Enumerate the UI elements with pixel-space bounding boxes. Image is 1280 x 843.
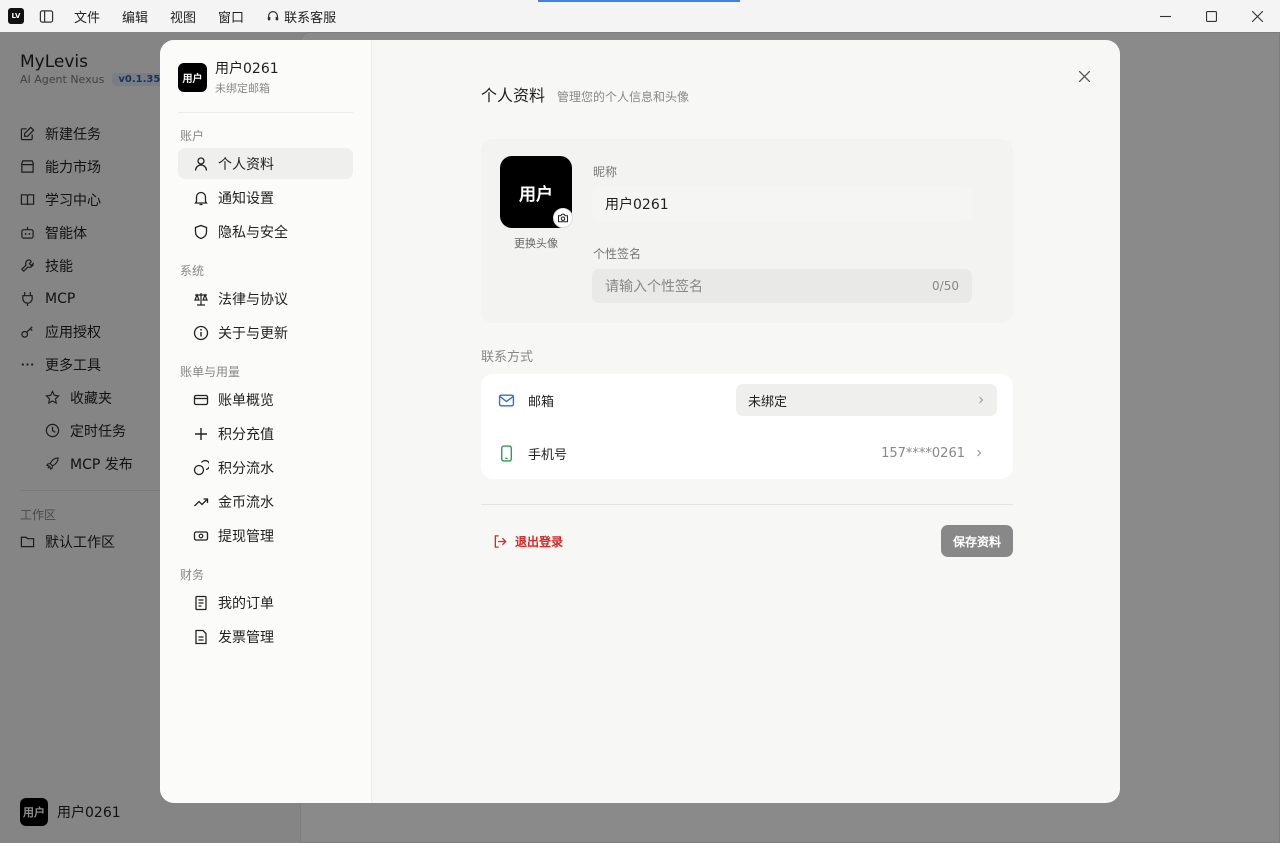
close-modal-button[interactable] bbox=[1076, 68, 1092, 84]
settings-item-label: 账单概览 bbox=[218, 392, 274, 409]
divider bbox=[178, 112, 353, 113]
avatar: 用户 bbox=[178, 62, 207, 92]
settings-item-invoices[interactable]: 发票管理 bbox=[178, 621, 353, 652]
menu-window[interactable]: 窗口 bbox=[212, 0, 250, 32]
title-bar: LV 文件 编辑 视图 窗口 联系客服 bbox=[0, 0, 1280, 32]
contact-section-label: 联系方式 bbox=[481, 350, 534, 365]
phone-label: 手机号 bbox=[528, 447, 568, 463]
divider bbox=[481, 504, 1013, 505]
section-account: 账户 bbox=[180, 128, 205, 143]
maximize-button[interactable] bbox=[1188, 0, 1234, 32]
settings-item-recharge[interactable]: 积分充值 bbox=[178, 418, 353, 449]
signature-placeholder: 请输入个性签名 bbox=[605, 279, 703, 295]
chevron-right-icon bbox=[979, 396, 984, 404]
signature-input[interactable]: 请输入个性签名 0/50 bbox=[592, 269, 972, 303]
signature-label: 个性签名 bbox=[593, 247, 642, 261]
scale-icon bbox=[194, 292, 208, 306]
section-system: 系统 bbox=[180, 263, 205, 278]
bell-icon bbox=[194, 191, 208, 205]
email-label: 邮箱 bbox=[528, 394, 555, 410]
settings-item-about[interactable]: 关于与更新 bbox=[178, 317, 353, 348]
minimize-icon bbox=[1159, 15, 1171, 17]
settings-item-profile[interactable]: 个人资料 bbox=[178, 148, 353, 179]
settings-item-withdrawal[interactable]: 提现管理 bbox=[178, 520, 353, 551]
menu-file[interactable]: 文件 bbox=[68, 0, 106, 32]
chevron-right-icon bbox=[977, 449, 982, 457]
nickname-input[interactable]: 用户0261 bbox=[592, 187, 972, 221]
settings-item-label: 个人资料 bbox=[218, 156, 274, 173]
support-menu[interactable]: 联系客服 bbox=[260, 0, 342, 32]
settings-item-label: 发票管理 bbox=[218, 629, 274, 646]
settings-sidebar: 用户 用户0261 未绑定邮箱 账户 个人资料 通知设置 隐私与安全 系统 法律… bbox=[160, 40, 372, 803]
settings-item-label: 提现管理 bbox=[218, 528, 274, 545]
trend-icon bbox=[194, 497, 209, 506]
minimize-button[interactable] bbox=[1142, 0, 1188, 32]
settings-modal: 用户 用户0261 未绑定邮箱 账户 个人资料 通知设置 隐私与安全 系统 法律… bbox=[160, 40, 1120, 803]
headset-icon bbox=[267, 11, 279, 21]
coins-icon bbox=[193, 459, 209, 475]
accent-line bbox=[538, 0, 740, 2]
profile-card: 用户 更换头像 昵称 用户0261 个性签名 请输入个性签名 0/50 bbox=[481, 139, 1013, 323]
settings-item-label: 积分流水 bbox=[218, 460, 274, 477]
maximize-icon bbox=[1205, 10, 1217, 22]
menu-view[interactable]: 视图 bbox=[164, 0, 202, 32]
contact-card: 邮箱 未绑定 手机号 157****0261 bbox=[481, 374, 1013, 479]
settings-item-notifications[interactable]: 通知设置 bbox=[178, 182, 353, 213]
close-icon bbox=[1078, 70, 1090, 82]
email-bind-button[interactable]: 未绑定 bbox=[736, 384, 997, 416]
settings-item-legal[interactable]: 法律与协议 bbox=[178, 283, 353, 314]
camera-icon[interactable] bbox=[553, 208, 573, 228]
menu-edit[interactable]: 编辑 bbox=[116, 0, 154, 32]
page-header: 个人资料 管理您的个人信息和头像 bbox=[481, 82, 689, 106]
email-row[interactable]: 邮箱 未绑定 bbox=[481, 374, 1013, 426]
card-icon bbox=[193, 394, 209, 405]
save-profile-button[interactable]: 保存资料 bbox=[941, 525, 1013, 557]
settings-item-label: 积分充值 bbox=[218, 426, 274, 443]
email-value: 未绑定 bbox=[748, 394, 788, 410]
settings-item-label: 我的订单 bbox=[218, 595, 274, 612]
settings-item-label: 通知设置 bbox=[218, 190, 274, 207]
settings-item-label: 金币流水 bbox=[218, 494, 274, 511]
settings-item-label: 关于与更新 bbox=[218, 325, 288, 342]
support-label: 联系客服 bbox=[284, 10, 337, 26]
modal-user-name: 用户0261 bbox=[215, 61, 279, 77]
close-icon bbox=[1251, 10, 1263, 22]
phone-value: 157****0261 bbox=[881, 445, 965, 461]
settings-item-privacy[interactable]: 隐私与安全 bbox=[178, 216, 353, 247]
change-avatar-link[interactable]: 更换头像 bbox=[500, 235, 572, 251]
logout-icon bbox=[494, 535, 507, 548]
invoice-icon bbox=[195, 629, 207, 644]
phone-icon bbox=[496, 443, 516, 463]
order-icon bbox=[195, 595, 207, 610]
shield-icon bbox=[194, 224, 208, 239]
cash-icon bbox=[193, 530, 209, 541]
sidebar-toggle-icon[interactable] bbox=[34, 4, 58, 28]
settings-item-label: 隐私与安全 bbox=[218, 224, 288, 241]
logout-label: 退出登录 bbox=[515, 535, 564, 549]
plus-icon bbox=[195, 427, 207, 440]
modal-user-email-status: 未绑定邮箱 bbox=[215, 82, 270, 95]
mail-icon bbox=[496, 390, 516, 410]
section-finance: 财务 bbox=[180, 567, 205, 582]
close-window-button[interactable] bbox=[1234, 0, 1280, 32]
settings-item-label: 法律与协议 bbox=[218, 291, 288, 308]
settings-item-points-history[interactable]: 积分流水 bbox=[178, 452, 353, 483]
user-icon bbox=[194, 156, 208, 171]
signature-char-count: 0/50 bbox=[932, 279, 959, 293]
page-subtitle: 管理您的个人信息和头像 bbox=[557, 90, 690, 104]
settings-item-orders[interactable]: 我的订单 bbox=[178, 587, 353, 618]
page-title: 个人资料 bbox=[481, 86, 546, 105]
app-logo: LV bbox=[8, 8, 24, 24]
settings-item-coin-history[interactable]: 金币流水 bbox=[178, 486, 353, 517]
logout-button[interactable]: 退出登录 bbox=[493, 533, 563, 550]
section-billing: 账单与用量 bbox=[180, 364, 241, 379]
phone-row[interactable]: 手机号 157****0261 bbox=[481, 427, 1013, 479]
settings-content: 个人资料 管理您的个人信息和头像 用户 更换头像 昵称 用户0261 个性签名 … bbox=[372, 40, 1120, 803]
settings-item-billing-overview[interactable]: 账单概览 bbox=[178, 384, 353, 415]
info-icon bbox=[193, 325, 209, 340]
nickname-label: 昵称 bbox=[593, 165, 618, 179]
modal-user-header: 用户 用户0261 未绑定邮箱 bbox=[178, 58, 353, 96]
phone-value-wrap: 157****0261 bbox=[881, 446, 983, 461]
